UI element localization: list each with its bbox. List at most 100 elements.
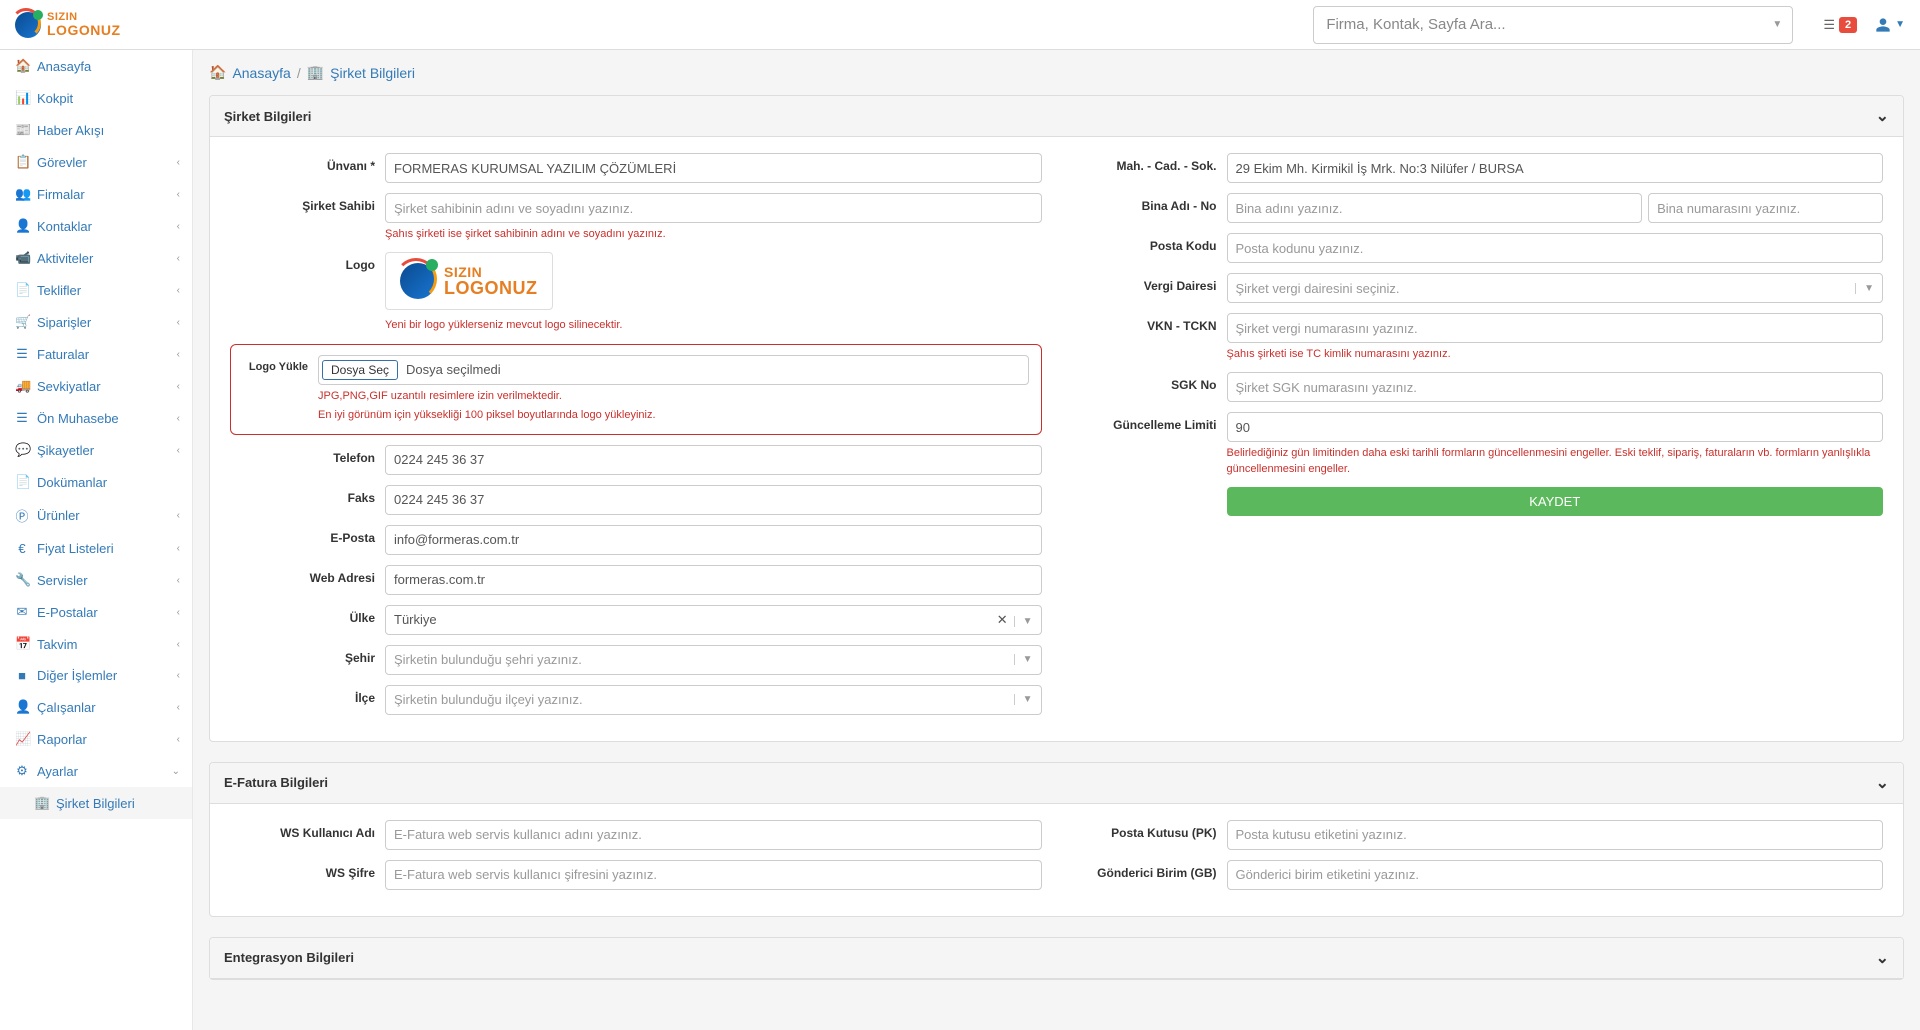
sidebar-item-kontaklar[interactable]: 👤Kontaklar‹ xyxy=(0,210,192,242)
panel-title: Entegrasyon Bilgileri xyxy=(224,950,354,965)
global-search[interactable]: Firma, Kontak, Sayfa Ara... ▼ xyxy=(1313,6,1793,44)
label-sehir: Şehir xyxy=(230,645,385,665)
sidebar-item-siparişler[interactable]: 🛒Siparişler‹ xyxy=(0,306,192,338)
preview-logo-bot: LOGONUZ xyxy=(444,279,538,297)
nav-label: Kokpit xyxy=(37,91,73,106)
label-posta: Posta Kodu xyxy=(1072,233,1227,253)
input-web[interactable] xyxy=(385,565,1042,595)
input-eposta[interactable] xyxy=(385,525,1042,555)
brand-logo[interactable]: SIZIN LOGONUZ xyxy=(15,12,121,38)
input-sahibi[interactable] xyxy=(385,193,1042,223)
sidebar-item-teklifler[interactable]: 📄Teklifler‹ xyxy=(0,274,192,306)
sidebar-item-faturalar[interactable]: ☰Faturalar‹ xyxy=(0,338,192,370)
sidebar-item-firmalar[interactable]: 👥Firmalar‹ xyxy=(0,178,192,210)
chevron-left-icon: ‹ xyxy=(177,253,180,264)
nav-icon: 📄 xyxy=(15,474,29,490)
clear-icon[interactable]: ✕ xyxy=(997,612,1008,627)
collapse-icon[interactable]: ⌄ xyxy=(1876,948,1889,968)
input-sgk[interactable] xyxy=(1227,372,1884,402)
sidebar-item-ön-muhasebe[interactable]: ☰Ön Muhasebe‹ xyxy=(0,402,192,434)
nav-label: Çalışanlar xyxy=(37,700,96,715)
nav-label: Kontaklar xyxy=(37,219,92,234)
input-limit[interactable] xyxy=(1227,412,1884,442)
nav-label: Fiyat Listeleri xyxy=(37,541,114,556)
input-unvan[interactable] xyxy=(385,153,1042,183)
sidebar-item-çalışanlar[interactable]: 👤Çalışanlar‹ xyxy=(0,691,192,723)
input-wspass[interactable] xyxy=(385,860,1042,890)
nav-label: Şikayetler xyxy=(37,443,94,458)
sidebar-item-haber-akışı[interactable]: 📰Haber Akışı xyxy=(0,114,192,146)
sidebar-item-ürünler[interactable]: ⓅÜrünler‹ xyxy=(0,498,192,533)
nav-icon: ☰ xyxy=(15,346,29,362)
collapse-icon[interactable]: ⌄ xyxy=(1876,773,1889,793)
label-wsuser: WS Kullanıcı Adı xyxy=(230,820,385,840)
sidebar-item-kokpit[interactable]: 📊Kokpit xyxy=(0,82,192,114)
nav-label: Servisler xyxy=(37,573,88,588)
label-wspass: WS Şifre xyxy=(230,860,385,880)
input-telefon[interactable] xyxy=(385,445,1042,475)
sidebar-item-sevkiyatlar[interactable]: 🚚Sevkiyatlar‹ xyxy=(0,370,192,402)
nav-label: Görevler xyxy=(37,155,87,170)
sidebar-item-ayarlar[interactable]: ⚙Ayarlar⌄ xyxy=(0,755,192,787)
nav-label: Ürünler xyxy=(37,508,80,523)
nav-label: Haber Akışı xyxy=(37,123,104,138)
logo-preview: SIZIN LOGONUZ xyxy=(385,252,553,310)
sidebar-item-fiyat-listeleri[interactable]: €Fiyat Listeleri‹ xyxy=(0,533,192,564)
input-binaadi[interactable] xyxy=(1227,193,1643,223)
sidebar-item-şikayetler[interactable]: 💬Şikayetler‹ xyxy=(0,434,192,466)
nav-icon: ⚙ xyxy=(15,763,29,779)
logo-text-bot: LOGONUZ xyxy=(47,23,121,37)
select-ilce[interactable]: Şirketin bulunduğu ilçeyi yazınız. ▼ xyxy=(385,685,1042,715)
user-menu-button[interactable]: ▼ xyxy=(1875,17,1905,33)
sidebar-item-görevler[interactable]: 📋Görevler‹ xyxy=(0,146,192,178)
select-vergi[interactable]: Şirket vergi dairesini seçiniz. ▼ xyxy=(1227,273,1884,303)
label-faks: Faks xyxy=(230,485,385,505)
select-vergi-ph: Şirket vergi dairesini seçiniz. xyxy=(1236,281,1400,296)
sidebar-sub-sirket-bilgileri[interactable]: 🏢Şirket Bilgileri xyxy=(0,787,192,819)
sidebar-item-e-postalar[interactable]: ✉E-Postalar‹ xyxy=(0,596,192,628)
input-posta[interactable] xyxy=(1227,233,1884,263)
label-sgk: SGK No xyxy=(1072,372,1227,392)
input-pk[interactable] xyxy=(1227,820,1884,850)
input-wsuser[interactable] xyxy=(385,820,1042,850)
chevron-left-icon: ‹ xyxy=(177,413,180,424)
nav-icon: 🏠 xyxy=(15,58,29,74)
nav-icon: ✉ xyxy=(15,604,29,620)
file-input-logo[interactable]: Dosya Seç Dosya seçilmedi xyxy=(318,355,1029,385)
sidebar-item-diğer-i̇şlemler[interactable]: ■Diğer İşlemler‹ xyxy=(0,660,192,691)
chevron-left-icon: ‹ xyxy=(177,510,180,521)
help-logoyukle1: JPG,PNG,GIF uzantılı resimlere izin veri… xyxy=(318,389,1029,404)
sidebar-item-takvim[interactable]: 📅Takvim‹ xyxy=(0,628,192,660)
sidebar-item-raporlar[interactable]: 📈Raporlar‹ xyxy=(0,723,192,755)
chevron-left-icon: ‹ xyxy=(177,317,180,328)
input-mahcad[interactable] xyxy=(1227,153,1884,183)
sidebar-item-anasayfa[interactable]: 🏠Anasayfa xyxy=(0,50,192,82)
select-sehir[interactable]: Şirketin bulunduğu şehri yazınız. ▼ xyxy=(385,645,1042,675)
input-gb[interactable] xyxy=(1227,860,1884,890)
select-ulke[interactable]: Türkiye ✕▼ xyxy=(385,605,1042,635)
breadcrumb: 🏠 Anasayfa / 🏢 Şirket Bilgileri xyxy=(209,64,1904,81)
sidebar-item-dokümanlar[interactable]: 📄 Dokümanlar xyxy=(0,466,192,498)
nav-icon: 📄 xyxy=(15,282,29,298)
input-binano[interactable] xyxy=(1648,193,1883,223)
collapse-icon[interactable]: ⌄ xyxy=(1876,106,1889,126)
nav-label: Dokümanlar xyxy=(37,475,107,490)
notifications-button[interactable]: ☰ 2 xyxy=(1823,17,1857,33)
sidebar-item-aktiviteler[interactable]: 📹Aktiviteler‹ xyxy=(0,242,192,274)
input-faks[interactable] xyxy=(385,485,1042,515)
label-pk: Posta Kutusu (PK) xyxy=(1072,820,1227,840)
sidebar-item-servisler[interactable]: 🔧Servisler‹ xyxy=(0,564,192,596)
file-choose-button[interactable]: Dosya Seç xyxy=(322,360,398,380)
chevron-left-icon: ‹ xyxy=(177,702,180,713)
chevron-left-icon: ‹ xyxy=(177,285,180,296)
input-vkn[interactable] xyxy=(1227,313,1884,343)
label-mahcad: Mah. - Cad. - Sok. xyxy=(1072,153,1227,173)
chevron-left-icon: ‹ xyxy=(177,189,180,200)
breadcrumb-current: Şirket Bilgileri xyxy=(330,65,415,81)
chevron-down-icon: ⌄ xyxy=(172,766,180,777)
nav-icon: € xyxy=(15,541,29,556)
save-button[interactable]: KAYDET xyxy=(1227,487,1884,516)
label-unvan: Ünvanı * xyxy=(230,153,385,173)
chevron-left-icon: ‹ xyxy=(177,445,180,456)
breadcrumb-home[interactable]: Anasayfa xyxy=(232,65,290,81)
